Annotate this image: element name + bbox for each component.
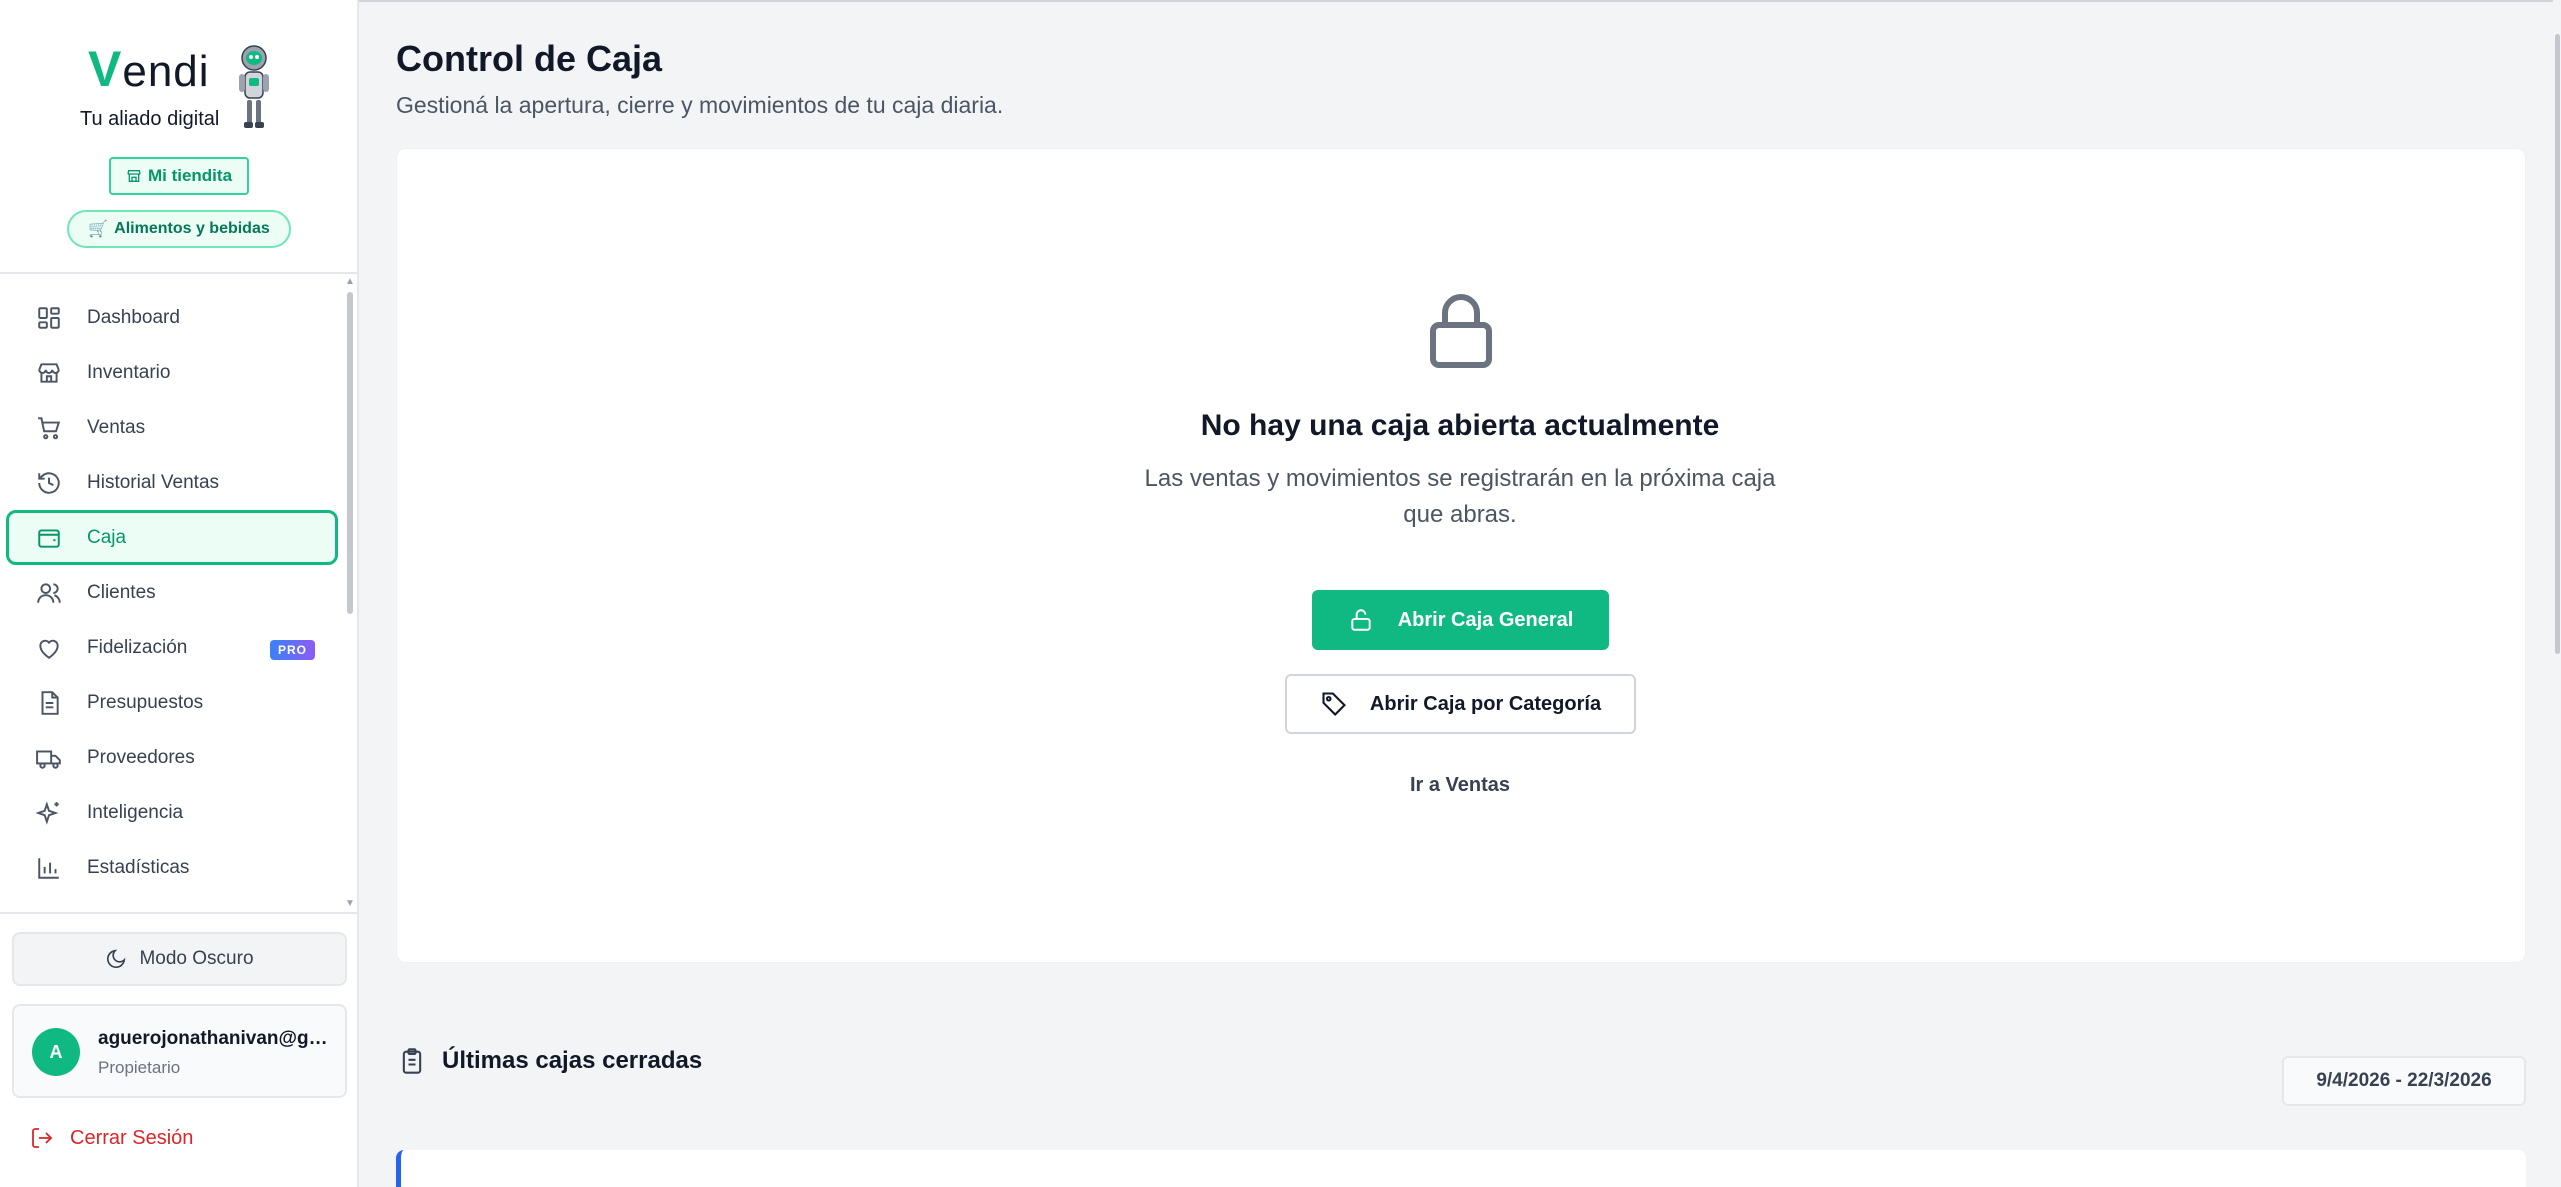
date-range-filter[interactable]: 9/4/2026 - 22/3/2026 <box>2282 1056 2526 1106</box>
sidebar-item-label: Historial Ventas <box>87 471 220 493</box>
brand-logo[interactable]: Vendi Tu aliado digital <box>78 40 278 135</box>
users-icon <box>35 579 63 607</box>
clipboard-icon <box>402 1048 422 1074</box>
avatar: A <box>32 1028 80 1076</box>
sidebar-item-estadisticas[interactable]: Estadísticas <box>6 840 338 895</box>
sparkles-icon <box>35 799 63 827</box>
cart-emoji-icon: 🛒 <box>88 221 109 238</box>
tag-icon <box>1322 692 1346 716</box>
sidebar-item-dashboard[interactable]: Dashboard <box>6 290 338 345</box>
truck-icon <box>35 744 63 772</box>
sidebar-item-presupuestos[interactable]: Presupuestos <box>6 675 338 730</box>
sidebar-item-label: Proveedores <box>87 746 195 768</box>
sidebar-item-label: Inteligencia <box>87 801 184 823</box>
store-name-label: Mi tiendita <box>147 166 233 185</box>
closed-register-card[interactable] <box>396 1150 2526 1187</box>
user-role: Propietario <box>98 1058 181 1077</box>
dark-mode-button[interactable]: Modo Oscuro <box>12 932 347 986</box>
robot-mascot-icon <box>239 45 269 128</box>
history-icon <box>35 469 63 497</box>
sidebar-item-label: Ventas <box>87 416 146 438</box>
unlock-icon <box>1351 609 1371 631</box>
open-category-register-label: Abrir Caja por Categoría <box>1369 692 1602 715</box>
dashboard-icon <box>35 304 63 332</box>
sidebar-divider <box>0 912 357 914</box>
store-icon <box>127 170 141 182</box>
logo-wordmark: Vendi <box>88 41 210 97</box>
open-general-register-button[interactable]: Abrir Caja General <box>1312 590 1609 650</box>
scroll-down-arrow-icon[interactable]: ▼ <box>345 898 355 909</box>
page-subtitle: Gestioná la apertura, cierre y movimient… <box>396 92 1004 118</box>
store-category-button[interactable]: 🛒 Alimentos y bebidas <box>67 210 291 248</box>
page-scrollbar[interactable] <box>2555 34 2560 654</box>
sidebar-item-historial-ventas[interactable]: Historial Ventas <box>6 455 338 510</box>
chart-icon <box>35 854 63 882</box>
sidebar-item-fidelizacion[interactable]: Fidelización PRO <box>6 620 338 675</box>
sidebar-scrollbar[interactable] <box>347 292 353 614</box>
store-name-button[interactable]: Mi tiendita <box>109 157 249 195</box>
sidebar-item-label: Presupuestos <box>87 691 204 713</box>
dark-mode-label: Modo Oscuro <box>139 948 254 969</box>
user-profile-card[interactable]: A aguerojonathanivan@gmail.com Propietar… <box>12 1004 347 1098</box>
logout-label: Cerrar Sesión <box>70 1126 194 1149</box>
sidebar-item-label: Clientes <box>87 581 156 603</box>
sidebar-item-caja[interactable]: Caja <box>6 510 338 565</box>
page-title: Control de Caja <box>396 38 663 79</box>
sidebar: Vendi Tu aliado digital Mi tiendita 🛒 Al… <box>0 0 359 1187</box>
sidebar-item-label: Fidelización <box>87 636 188 658</box>
sidebar-item-label: Caja <box>87 526 127 548</box>
open-general-register-label: Abrir Caja General <box>1397 608 1574 631</box>
store-icon <box>35 359 63 387</box>
open-category-register-button[interactable]: Abrir Caja por Categoría <box>1285 674 1636 734</box>
empty-state-title: No hay una caja abierta actualmente <box>1200 409 1720 442</box>
sidebar-item-inventario[interactable]: Inventario <box>6 345 338 400</box>
closed-registers-title: Últimas cajas cerradas <box>442 1047 703 1074</box>
scroll-up-arrow-icon[interactable]: ▲ <box>345 276 355 287</box>
logo-tagline: Tu aliado digital <box>80 108 220 130</box>
sidebar-item-clientes[interactable]: Clientes <box>6 565 338 620</box>
empty-state-description: Las ventas y movimientos se registrarán … <box>1144 465 1776 528</box>
cart-icon <box>35 414 63 442</box>
user-email: aguerojonathanivan@gmail.com <box>98 1028 338 1049</box>
lock-icon <box>1430 294 1492 368</box>
go-to-sales-link[interactable]: Ir a Ventas <box>1310 774 1610 797</box>
sidebar-item-inteligencia[interactable]: Inteligencia <box>6 785 338 840</box>
sidebar-divider <box>0 272 357 274</box>
moon-icon <box>107 949 126 969</box>
heart-icon <box>35 634 63 662</box>
store-category-label: Alimentos y bebidas <box>114 220 270 237</box>
empty-state-card <box>396 148 2526 963</box>
sidebar-item-label: Inventario <box>87 361 171 383</box>
sidebar-nav: Dashboard Inventario Ventas Historial Ve… <box>6 290 338 895</box>
sidebar-item-ventas[interactable]: Ventas <box>6 400 338 455</box>
pro-badge: PRO <box>269 640 315 660</box>
top-border <box>359 0 2561 2</box>
document-icon <box>35 689 63 717</box>
logout-button[interactable]: Cerrar Sesión <box>30 1126 193 1150</box>
sidebar-item-label: Dashboard <box>87 306 180 328</box>
wallet-icon <box>35 524 63 552</box>
closed-registers-heading: Últimas cajas cerradas <box>398 1046 702 1076</box>
sidebar-item-proveedores[interactable]: Proveedores <box>6 730 338 785</box>
sidebar-item-label: Estadísticas <box>87 856 190 878</box>
logout-icon <box>32 1128 53 1148</box>
